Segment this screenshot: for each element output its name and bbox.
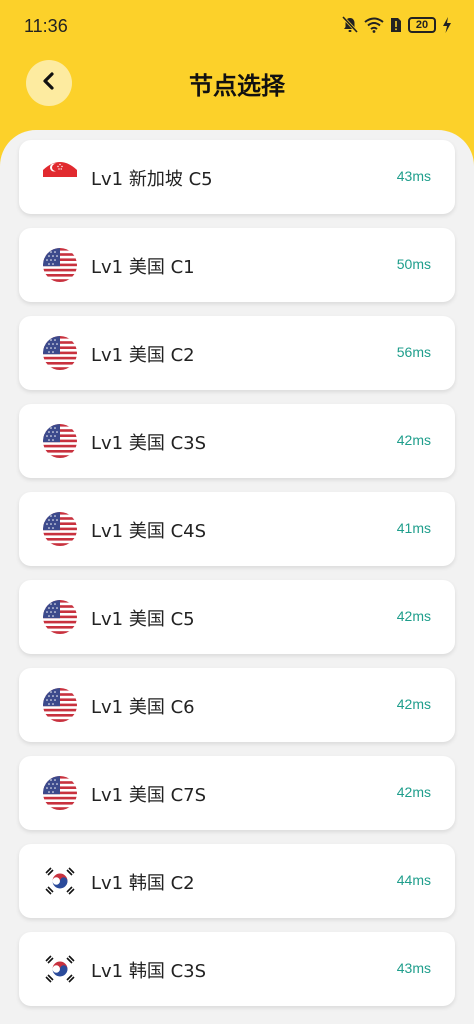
node-latency: 50ms [396, 256, 431, 272]
bell-muted-icon [342, 16, 358, 34]
node-name: Lv1 韩国 C3S [91, 961, 207, 982]
status-time: 11:36 [24, 16, 68, 36]
node-name: Lv1 美国 C6 [91, 697, 195, 718]
node-latency: 42ms [396, 696, 431, 712]
node-item[interactable]: Lv1 美国 C7S 42ms [19, 756, 455, 830]
node-item[interactable]: Lv1 美国 C1 50ms [19, 228, 455, 302]
us-flag-icon [43, 688, 77, 722]
status-bar: 11:36 20 [0, 0, 474, 52]
node-item[interactable]: Lv1 新加坡 C5 43ms [19, 140, 455, 214]
node-name: Lv1 美国 C7S [91, 785, 207, 806]
node-item[interactable]: Lv1 韩国 C3S 43ms [19, 932, 455, 1006]
node-list: Lv1 新加坡 C5 43ms Lv1 美国 C1 50ms Lv1 美国 C2… [19, 140, 455, 1020]
us-flag-icon [43, 600, 77, 634]
korea-flag-icon [43, 952, 77, 986]
node-item[interactable]: Lv1 美国 C6 42ms [19, 668, 455, 742]
status-icons: 20 [342, 16, 452, 34]
node-latency: 43ms [396, 168, 431, 184]
node-name: Lv1 美国 C4S [91, 521, 207, 542]
node-item[interactable]: Lv1 美国 C2 56ms [19, 316, 455, 390]
wifi-icon [364, 17, 384, 33]
node-item[interactable]: Lv1 韩国 C2 44ms [19, 844, 455, 918]
us-flag-icon [43, 248, 77, 282]
header: 节点选择 [0, 52, 474, 122]
node-latency: 56ms [396, 344, 431, 360]
charging-icon [442, 17, 452, 33]
us-flag-icon [43, 776, 77, 810]
node-name: Lv1 美国 C3S [91, 433, 207, 454]
node-name: Lv1 美国 C2 [91, 345, 195, 366]
node-list-panel: Lv1 新加坡 C5 43ms Lv1 美国 C1 50ms Lv1 美国 C2… [0, 130, 474, 1024]
korea-flag-icon [43, 864, 77, 898]
singapore-flag-icon [43, 160, 77, 194]
node-item[interactable]: Lv1 美国 C3S 42ms [19, 404, 455, 478]
us-flag-icon [43, 424, 77, 458]
node-latency: 43ms [396, 960, 431, 976]
us-flag-icon [43, 512, 77, 546]
node-name: Lv1 美国 C1 [91, 257, 195, 278]
node-name: Lv1 新加坡 C5 [91, 169, 213, 190]
node-name: Lv1 韩国 C2 [91, 873, 195, 894]
node-latency: 44ms [396, 872, 431, 888]
node-latency: 42ms [396, 608, 431, 624]
sim-alert-icon [390, 17, 402, 33]
node-item[interactable]: Lv1 美国 C5 42ms [19, 580, 455, 654]
node-latency: 42ms [396, 784, 431, 800]
node-item[interactable]: Lv1 美国 C4S 41ms [19, 492, 455, 566]
node-name: Lv1 美国 C5 [91, 609, 195, 630]
node-latency: 42ms [396, 432, 431, 448]
battery-icon: 20 [408, 17, 436, 33]
node-latency: 41ms [396, 520, 431, 536]
us-flag-icon [43, 336, 77, 370]
page-title: 节点选择 [189, 72, 285, 100]
